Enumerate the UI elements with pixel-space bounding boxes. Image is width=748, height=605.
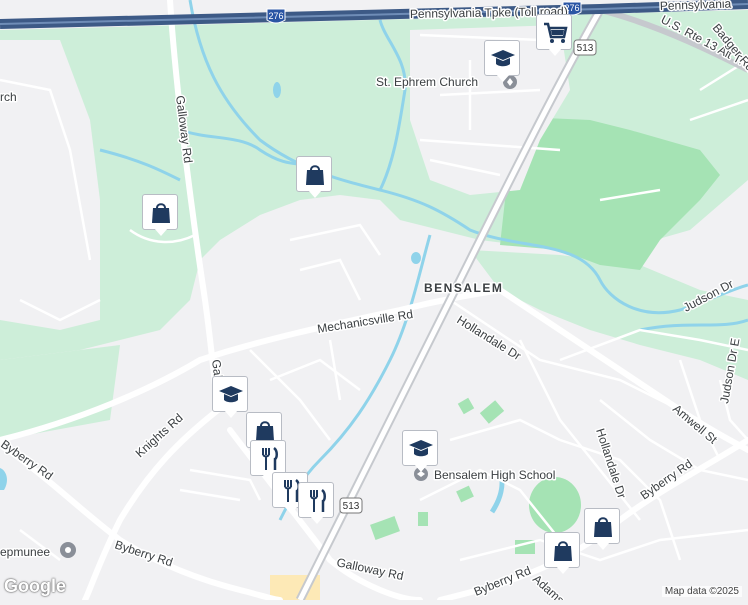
svg-text:513: 513 xyxy=(343,501,360,512)
shopping-pin-1[interactable] xyxy=(296,156,334,200)
church-label: St. Ephrem Church xyxy=(376,75,478,89)
church-label-left: rch xyxy=(0,90,17,104)
place-icon xyxy=(60,542,76,558)
shopping-pin-5[interactable] xyxy=(544,532,582,576)
shopping-pin-4[interactable] xyxy=(584,508,622,552)
grocery-pin[interactable] xyxy=(536,14,574,58)
bensalem-label: BENSALEM xyxy=(424,281,503,295)
map-canvas[interactable]: 276 276 513 513 Pennsylvania Tpke (Toll … xyxy=(0,0,748,605)
graduation-cap-icon xyxy=(409,440,433,457)
school-pin-top[interactable] xyxy=(484,40,522,84)
svg-text:276: 276 xyxy=(268,11,283,21)
epmunee-label: epmunee xyxy=(0,545,50,559)
fork-knife-icon xyxy=(310,489,326,512)
shopping-bag-icon xyxy=(594,517,612,537)
route-shield-513: 513 xyxy=(339,497,363,514)
map-base: 276 276 513 513 Pennsylvania Tpke (Toll … xyxy=(0,0,748,605)
route-shield-513: 513 xyxy=(573,39,597,56)
graduation-cap-icon xyxy=(491,50,515,67)
google-logo: Google xyxy=(4,576,66,596)
graduation-cap-icon xyxy=(219,386,243,403)
pond xyxy=(411,252,421,264)
svg-text:513: 513 xyxy=(577,43,594,54)
school-pin-galloway[interactable] xyxy=(212,376,250,420)
map-attribution[interactable]: Map data ©2025 xyxy=(661,586,742,597)
pond xyxy=(273,82,281,98)
high-school-label: Bensalem High School xyxy=(434,468,555,482)
shopping-bag-icon xyxy=(554,541,572,561)
shopping-pin-2[interactable] xyxy=(142,194,180,238)
interstate-shield: 276 xyxy=(266,8,286,24)
park-patch xyxy=(418,512,428,526)
athletic-field xyxy=(529,477,581,533)
school-pin-high-school[interactable] xyxy=(402,430,440,474)
shopping-bag-icon xyxy=(306,165,324,185)
shopping-bag-icon xyxy=(152,203,170,223)
restaurant-pin-3[interactable] xyxy=(298,482,336,526)
fork-knife-icon xyxy=(262,447,278,470)
cart-icon xyxy=(544,22,568,43)
